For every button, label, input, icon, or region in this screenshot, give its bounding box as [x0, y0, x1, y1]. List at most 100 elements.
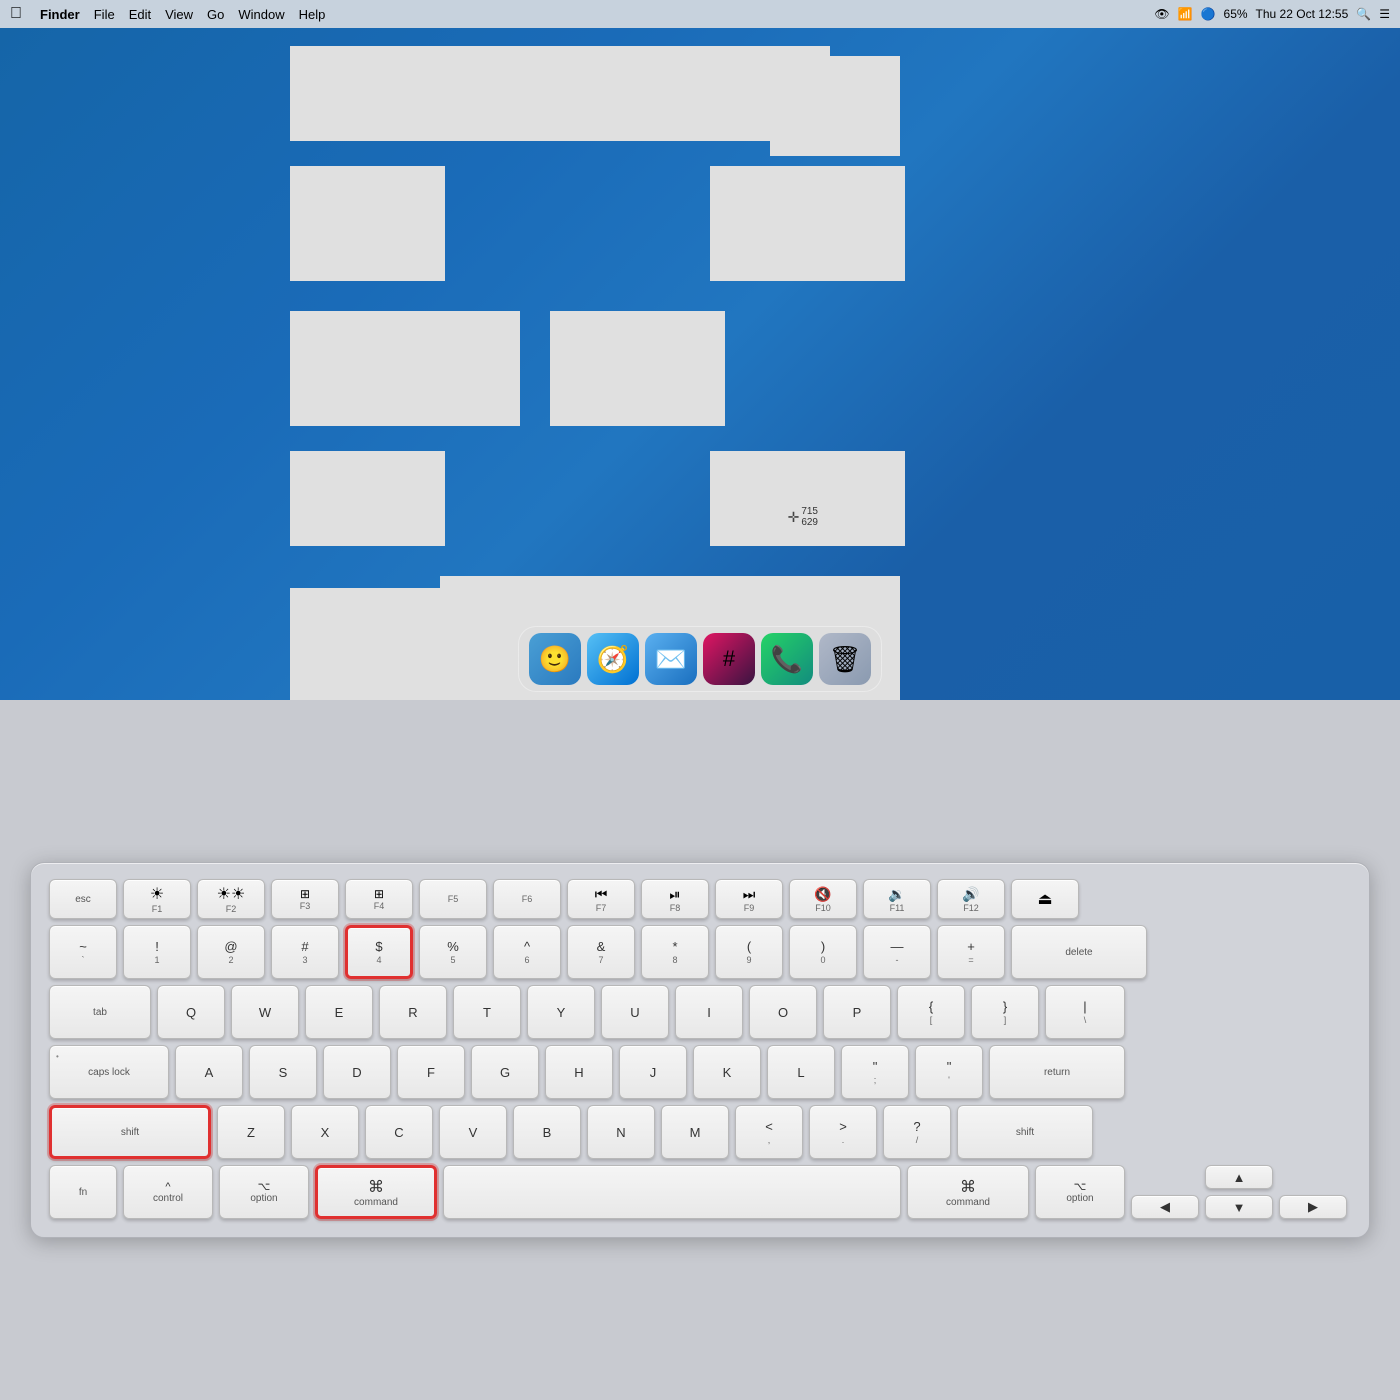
key-f3[interactable]: ⊞ F3 — [271, 879, 339, 919]
key-arrow-left[interactable]: ◀ — [1131, 1195, 1199, 1219]
key-lbracket[interactable]: { [ — [897, 985, 965, 1039]
key-arrow-up[interactable]: ▲ — [1205, 1165, 1273, 1189]
key-f1[interactable]: ☀ F1 — [123, 879, 191, 919]
dock-whatsapp[interactable]: 📞 — [761, 633, 813, 685]
key-f2[interactable]: ☀☀ F2 — [197, 879, 265, 919]
key-space[interactable] — [443, 1165, 901, 1219]
key-6[interactable]: ^ 6 — [493, 925, 561, 979]
key-semicolon[interactable]: " ; — [841, 1045, 909, 1099]
dock-trash[interactable]: 🗑 — [819, 633, 871, 685]
key-z[interactable]: Z — [217, 1105, 285, 1159]
key-esc[interactable]: esc — [49, 879, 117, 919]
key-shift-right[interactable]: shift — [957, 1105, 1093, 1159]
f11-voldown-icon: 🔉 — [888, 886, 905, 903]
key-eject[interactable]: ⏏ — [1011, 879, 1079, 919]
key-f10[interactable]: 🔇 F10 — [789, 879, 857, 919]
key-c[interactable]: C — [365, 1105, 433, 1159]
key-rbracket[interactable]: } ] — [971, 985, 1039, 1039]
key-1[interactable]: ! 1 — [123, 925, 191, 979]
key-f4[interactable]: ⊞ F4 — [345, 879, 413, 919]
key-equals[interactable]: + = — [937, 925, 1005, 979]
key-capslock[interactable]: • caps lock — [49, 1045, 169, 1099]
f4-launchpad-icon: ⊞ — [374, 887, 384, 901]
key-option-right[interactable]: ⌥ option — [1035, 1165, 1125, 1219]
key-return[interactable]: return — [989, 1045, 1125, 1099]
key-shift-left[interactable]: shift — [49, 1105, 211, 1159]
menubar-view[interactable]: View — [165, 7, 193, 22]
key-f6[interactable]: F6 — [493, 879, 561, 919]
key-k[interactable]: K — [693, 1045, 761, 1099]
key-5[interactable]: % 5 — [419, 925, 487, 979]
menubar-file[interactable]: File — [94, 7, 115, 22]
key-t[interactable]: T — [453, 985, 521, 1039]
key-s[interactable]: S — [249, 1045, 317, 1099]
key-l[interactable]: L — [767, 1045, 835, 1099]
key-backslash[interactable]: | \ — [1045, 985, 1125, 1039]
key-period[interactable]: > . — [809, 1105, 877, 1159]
apple-menu[interactable]:  — [10, 5, 22, 23]
key-quote[interactable]: " ' — [915, 1045, 983, 1099]
key-fn[interactable]: fn — [49, 1165, 117, 1219]
key-b[interactable]: B — [513, 1105, 581, 1159]
dock-finder[interactable]: 🙂 — [529, 633, 581, 685]
key-f11[interactable]: 🔉 F11 — [863, 879, 931, 919]
key-w[interactable]: W — [231, 985, 299, 1039]
f3-mission-icon: ⊞ — [300, 887, 310, 901]
key-f9[interactable]: ⏭ F9 — [715, 879, 783, 919]
key-8[interactable]: * 8 — [641, 925, 709, 979]
key-arrow-down[interactable]: ▼ — [1205, 1195, 1273, 1219]
bp-rect-9 — [290, 588, 445, 700]
key-g[interactable]: G — [471, 1045, 539, 1099]
key-m[interactable]: M — [661, 1105, 729, 1159]
key-x[interactable]: X — [291, 1105, 359, 1159]
key-p[interactable]: P — [823, 985, 891, 1039]
key-backtick[interactable]: ~ ` — [49, 925, 117, 979]
key-u[interactable]: U — [601, 985, 669, 1039]
key-f5[interactable]: F5 — [419, 879, 487, 919]
key-e[interactable]: E — [305, 985, 373, 1039]
key-arrow-right[interactable]: ▶ — [1279, 1195, 1347, 1219]
menubar-notifications-icon[interactable]: ☰ — [1379, 7, 1390, 21]
menubar-edit[interactable]: Edit — [129, 7, 151, 22]
key-o[interactable]: O — [749, 985, 817, 1039]
key-9[interactable]: ( 9 — [715, 925, 783, 979]
key-y[interactable]: Y — [527, 985, 595, 1039]
key-7[interactable]: & 7 — [567, 925, 635, 979]
key-slash[interactable]: ? / — [883, 1105, 951, 1159]
key-q[interactable]: Q — [157, 985, 225, 1039]
key-4[interactable]: $ 4 — [345, 925, 413, 979]
key-command-left[interactable]: ⌘ command — [315, 1165, 437, 1219]
menubar-go[interactable]: Go — [207, 7, 224, 22]
key-h[interactable]: H — [545, 1045, 613, 1099]
key-delete[interactable]: delete — [1011, 925, 1147, 979]
key-n[interactable]: N — [587, 1105, 655, 1159]
key-f12[interactable]: 🔊 F12 — [937, 879, 1005, 919]
key-control[interactable]: ^ control — [123, 1165, 213, 1219]
key-0[interactable]: ) 0 — [789, 925, 857, 979]
coord-indicator: ✛ 715 629 — [788, 506, 818, 528]
key-option-left[interactable]: ⌥ option — [219, 1165, 309, 1219]
key-f8[interactable]: ⏯ F8 — [641, 879, 709, 919]
key-minus[interactable]: — - — [863, 925, 931, 979]
key-r[interactable]: R — [379, 985, 447, 1039]
bp-rect-2 — [770, 56, 900, 156]
menubar-finder[interactable]: Finder — [40, 7, 80, 22]
dock-slack[interactable]: # — [703, 633, 755, 685]
menubar-window[interactable]: Window — [238, 7, 284, 22]
menubar-search-icon[interactable]: 🔍 — [1356, 7, 1371, 21]
key-f[interactable]: F — [397, 1045, 465, 1099]
key-f7[interactable]: ⏮ F7 — [567, 879, 635, 919]
key-3[interactable]: # 3 — [271, 925, 339, 979]
key-tab[interactable]: tab — [49, 985, 151, 1039]
dock-mail[interactable]: ✉️ — [645, 633, 697, 685]
key-i[interactable]: I — [675, 985, 743, 1039]
key-j[interactable]: J — [619, 1045, 687, 1099]
dock-safari[interactable]: 🧭 — [587, 633, 639, 685]
key-d[interactable]: D — [323, 1045, 391, 1099]
key-v[interactable]: V — [439, 1105, 507, 1159]
key-2[interactable]: @ 2 — [197, 925, 265, 979]
menubar-help[interactable]: Help — [299, 7, 326, 22]
key-command-right[interactable]: ⌘ command — [907, 1165, 1029, 1219]
key-a[interactable]: A — [175, 1045, 243, 1099]
key-comma[interactable]: < , — [735, 1105, 803, 1159]
